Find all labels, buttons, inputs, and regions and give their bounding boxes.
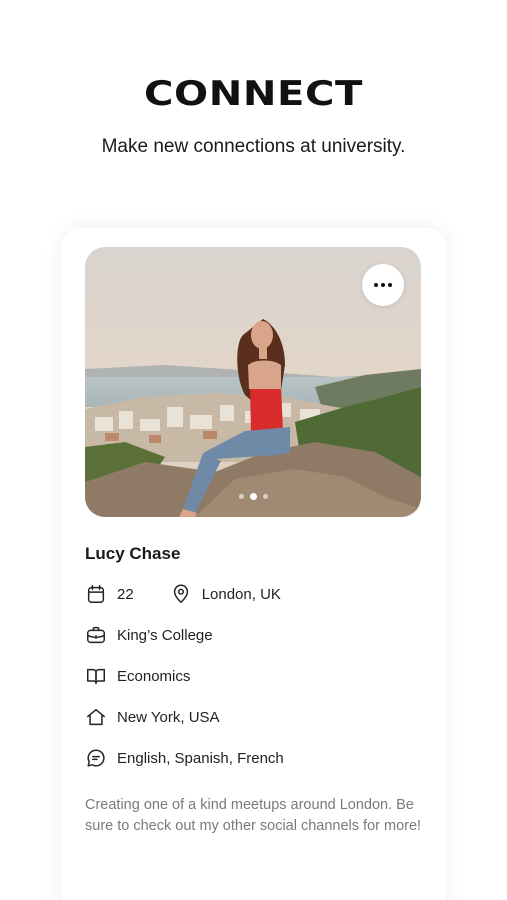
more-dot (381, 283, 385, 287)
hometown-value: New York, USA (117, 708, 220, 726)
map-pin-icon (170, 583, 192, 605)
briefcase-icon (85, 624, 107, 646)
profile-bio: Creating one of a kind meetups around Lo… (85, 797, 422, 834)
book-icon (85, 665, 107, 687)
page-title: CONNECT (143, 74, 364, 114)
age-location-row: 22 London, UK (85, 583, 281, 605)
profile-card[interactable]: Lucy Chase 22 London, UK King’s College … (62, 228, 446, 900)
university-row: King’s College (85, 624, 213, 646)
page-dot[interactable] (238, 494, 244, 499)
connect-screen: CONNECT Make new connections at universi… (0, 0, 507, 900)
profile-name: Lucy Chase (85, 544, 181, 563)
languages-row: English, Spanish, French (85, 747, 284, 769)
hometown-row: New York, USA (85, 706, 220, 728)
languages-value: English, Spanish, French (117, 749, 284, 767)
calendar-icon (85, 583, 107, 605)
chat-bubble-icon (85, 747, 107, 769)
page-dot-active[interactable] (249, 493, 257, 500)
page-subtitle: Make new connections at university. (101, 136, 406, 157)
profile-photo[interactable] (85, 247, 421, 517)
course-row: Economics (85, 665, 190, 687)
more-dot (388, 283, 392, 287)
course-value: Economics (117, 667, 191, 685)
photo-pagination (85, 493, 421, 500)
page-dot[interactable] (262, 494, 268, 499)
location-value: London, UK (201, 585, 281, 603)
more-dot (374, 283, 378, 287)
university-value: King’s College (117, 626, 213, 644)
home-icon (85, 706, 107, 728)
age-value: 22 (117, 585, 134, 603)
more-options-icon[interactable] (362, 264, 404, 306)
